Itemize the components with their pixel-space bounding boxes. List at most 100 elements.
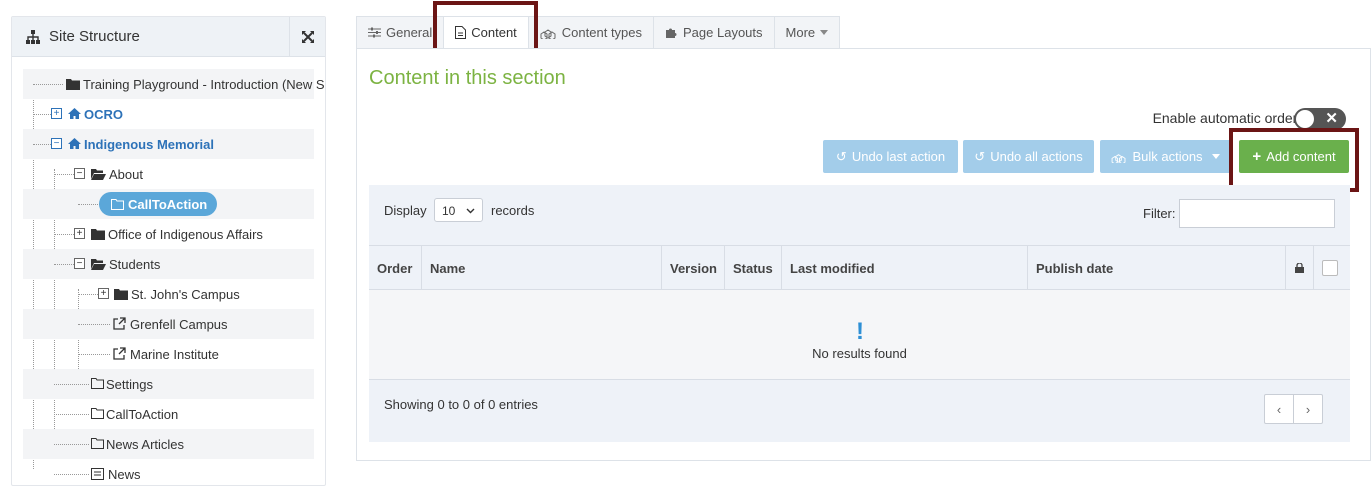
tree-item-label: Students: [109, 257, 161, 272]
tree-item-label: Office of Indigenous Affairs: [108, 227, 263, 242]
tree-item-label: About: [109, 167, 143, 182]
tab-page-layouts[interactable]: Page Layouts: [653, 16, 774, 49]
expand-toggle[interactable]: +: [51, 108, 62, 119]
collapse-toggle[interactable]: −: [74, 168, 85, 179]
col-label: Version: [670, 260, 717, 276]
pager-next-button[interactable]: ›: [1294, 395, 1322, 423]
exclamation-icon: !: [856, 318, 864, 345]
page-size-select[interactable]: 10: [434, 198, 483, 222]
expand-toggle[interactable]: +: [98, 288, 109, 299]
undo-last-label: Undo last action: [851, 149, 946, 164]
bulk-actions-button[interactable]: Bulk actions: [1100, 140, 1231, 173]
expand-button[interactable]: [289, 17, 325, 57]
tree-item-label: OCRO: [84, 107, 123, 122]
folder-icon: [91, 229, 105, 240]
selected-node-pill[interactable]: CallToAction: [99, 192, 218, 216]
folder-outline-icon: [91, 408, 104, 419]
toggle-knob: [1296, 110, 1314, 128]
filter-label: Filter:: [1143, 206, 1176, 221]
tree-item-indigenous-memorial[interactable]: − Indigenous Memorial: [23, 129, 314, 159]
lock-icon: [1295, 263, 1304, 273]
tree-item-settings[interactable]: Settings: [23, 369, 314, 399]
pager-prev-button[interactable]: ‹: [1265, 395, 1294, 423]
cubes-icon: [1112, 153, 1126, 163]
tab-label: Page Layouts: [683, 25, 763, 40]
section-title: Content in this section: [369, 67, 566, 89]
col-publish-date[interactable]: Publish date: [1028, 246, 1286, 290]
col-status[interactable]: Status: [725, 246, 782, 290]
tab-label: Content types: [561, 25, 643, 40]
col-version[interactable]: Version: [662, 246, 725, 290]
tree-item-label: Grenfell Campus: [130, 317, 228, 332]
external-link-icon: [113, 347, 126, 360]
caret-down-icon: [1211, 154, 1220, 159]
tree-item-label: News: [108, 467, 141, 482]
expand-toggle[interactable]: +: [74, 228, 85, 239]
sitemap-icon: [26, 29, 40, 44]
tree-item-label: CallToAction: [128, 196, 208, 212]
col-label: Name: [430, 260, 466, 276]
tree-item-news-articles[interactable]: News Articles: [23, 429, 314, 459]
tree-item-label: CallToAction: [106, 407, 179, 422]
display-label: Display: [384, 203, 427, 218]
col-label: Order: [377, 260, 413, 276]
col-lock: [1286, 246, 1314, 290]
tree-item-st-johns[interactable]: + St. John's Campus: [23, 279, 314, 309]
highlight-box-add-content: [1229, 128, 1359, 192]
col-label: Last modified: [790, 260, 875, 276]
tab-general[interactable]: General: [356, 16, 444, 49]
tree-item-marine[interactable]: Marine Institute: [23, 339, 314, 369]
col-label: Publish date: [1036, 260, 1114, 276]
home-icon: [68, 108, 81, 119]
tree-item-news[interactable]: News: [23, 459, 314, 489]
undo-all-label: Undo all actions: [990, 149, 1083, 164]
tree-item-label: Marine Institute: [130, 347, 219, 362]
site-structure-panel: Site Structure Training Playground - Int…: [11, 16, 326, 486]
folder-outline-icon: [111, 198, 124, 210]
col-last-modified[interactable]: Last modified: [782, 246, 1028, 290]
tab-content-types[interactable]: Content types: [527, 16, 654, 49]
tab-bar: General Content Content types Page Layou…: [356, 16, 841, 49]
puzzle-icon: [666, 28, 677, 38]
records-label: records: [491, 203, 535, 218]
collapse-toggle[interactable]: −: [74, 258, 85, 269]
tree-item-about[interactable]: − About: [23, 159, 314, 189]
col-order[interactable]: Order: [369, 246, 422, 290]
tree-item-label: Indigenous Memorial: [84, 137, 215, 152]
tree-item[interactable]: Training Playground - Introduction (New …: [23, 69, 325, 99]
tree-item-label: Training Playground - Introduction (New …: [83, 77, 325, 92]
undo-icon: ↺: [974, 148, 986, 164]
tree-item-calltoaction-selected[interactable]: CallToAction: [23, 189, 314, 219]
tree-item-office[interactable]: + Office of Indigenous Affairs: [23, 219, 314, 249]
folder-open-icon: [91, 169, 106, 180]
undo-icon: ↺: [835, 148, 847, 164]
tree-item-grenfell[interactable]: Grenfell Campus: [23, 309, 314, 339]
folder-icon: [66, 79, 80, 90]
auto-ordering-toggle[interactable]: ✕: [1294, 108, 1346, 130]
page-size-value: 10: [442, 204, 456, 218]
site-structure-header: Site Structure: [12, 17, 325, 57]
no-results-text: No results found: [812, 346, 907, 361]
tab-more[interactable]: More: [773, 16, 841, 49]
tab-label: More: [785, 25, 816, 40]
table-header: Order Name Version Status Last modified …: [369, 245, 1350, 290]
select-all-checkbox[interactable]: [1322, 260, 1338, 276]
filter-input[interactable]: [1179, 199, 1335, 228]
auto-ordering-label: Enable automatic ordering: [1152, 110, 1316, 126]
folder-outline-icon: [91, 438, 104, 449]
tree-item-calltoaction[interactable]: CallToAction: [23, 399, 314, 429]
tree-item-label: Settings: [106, 377, 153, 392]
caret-down-icon: [820, 30, 829, 35]
undo-all-button[interactable]: ↺ Undo all actions: [963, 140, 1094, 173]
tree-item-students[interactable]: − Students: [23, 249, 314, 279]
sliders-icon: [368, 27, 381, 38]
undo-last-button[interactable]: ↺ Undo last action: [823, 140, 958, 173]
tree-item-ocro[interactable]: + OCRO: [23, 99, 314, 129]
pagination: ‹ ›: [1264, 394, 1323, 424]
col-name[interactable]: Name: [422, 246, 662, 290]
tree-item-label: St. John's Campus: [131, 287, 240, 302]
external-link-icon: [113, 317, 126, 330]
home-icon: [68, 138, 81, 149]
site-structure-title: Site Structure: [49, 28, 140, 45]
collapse-toggle[interactable]: −: [51, 138, 62, 149]
